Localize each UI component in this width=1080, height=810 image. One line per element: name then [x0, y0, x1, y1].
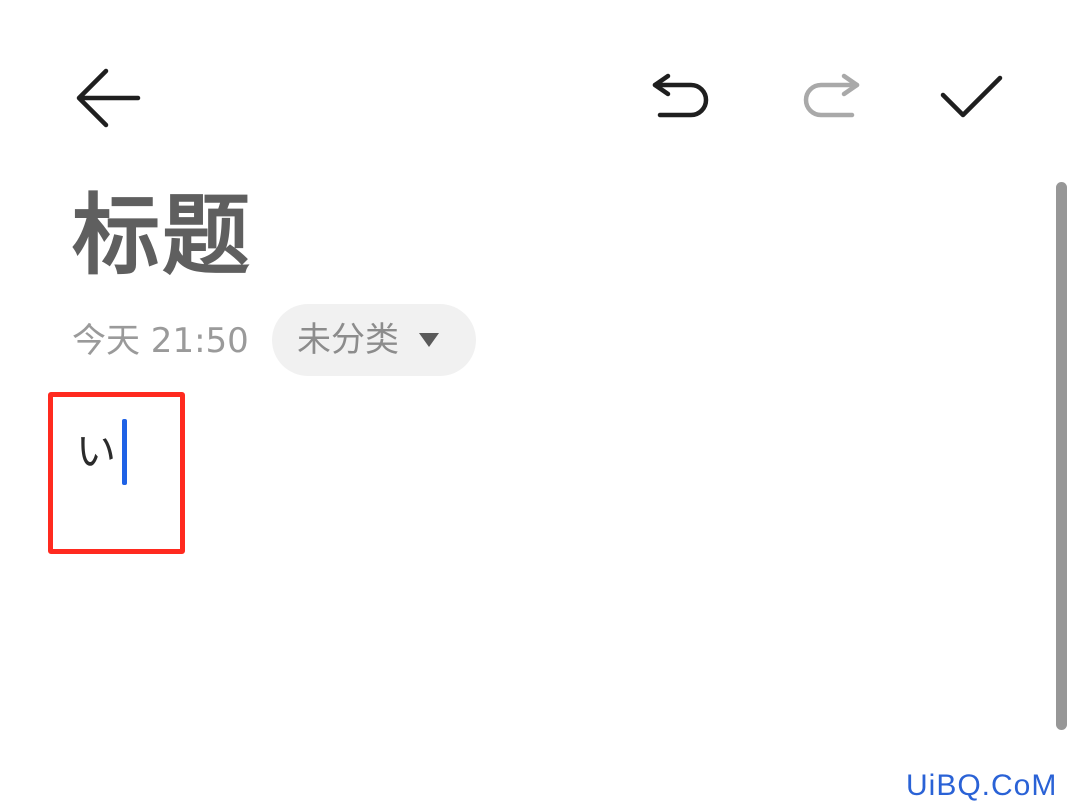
note-title[interactable]: 标题: [72, 186, 252, 286]
note-body-text: い: [76, 429, 116, 475]
arrow-left-icon: [76, 68, 141, 128]
check-icon: [940, 75, 1003, 118]
category-dropdown[interactable]: 未分类: [272, 304, 476, 376]
watermark-text: UiBQ.CoM: [906, 769, 1058, 802]
undo-button[interactable]: [648, 72, 720, 126]
undo-icon: [652, 73, 709, 118]
vertical-scrollbar[interactable]: [1056, 182, 1067, 730]
save-button[interactable]: [936, 70, 1008, 126]
redo-icon: [803, 73, 860, 118]
category-label: 未分类: [297, 320, 399, 360]
note-body-editor[interactable]: い: [76, 419, 127, 485]
text-cursor: [122, 419, 127, 485]
back-button[interactable]: [72, 66, 144, 130]
redo-button[interactable]: [792, 72, 864, 126]
dropdown-triangle-icon: [419, 333, 439, 347]
note-timestamp: 今天 21:50: [72, 321, 249, 361]
